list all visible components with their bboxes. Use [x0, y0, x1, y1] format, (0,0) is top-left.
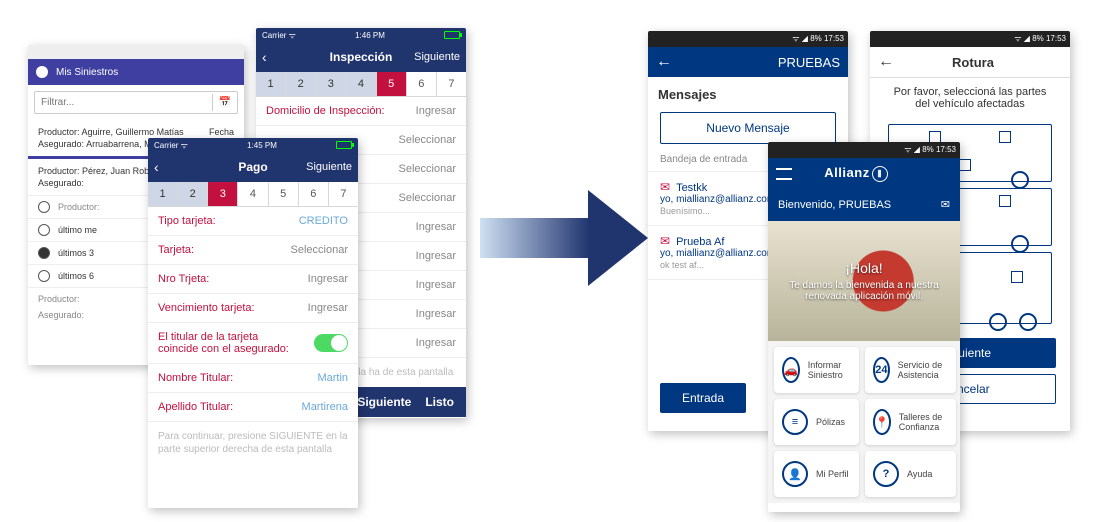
- row-venc[interactable]: Vencimiento tarjeta:Ingresar: [148, 294, 358, 323]
- menu-tiles: 🚗Informar Siniestro 24Servicio de Asiste…: [768, 341, 960, 503]
- col-fecha: Fecha: [209, 127, 234, 137]
- welcome-bar: Bienvenido, PRUEBAS ✉: [768, 188, 960, 221]
- android-status-bar: ᯤ ◢ 8% 17:53: [870, 31, 1070, 47]
- step[interactable]: 3: [316, 72, 346, 96]
- filter-input[interactable]: [35, 92, 212, 113]
- step[interactable]: 7: [437, 72, 466, 96]
- brand-logo: Allianz⦀: [824, 165, 887, 182]
- back-icon[interactable]: ‹: [154, 159, 159, 175]
- app-header: Mis Siniestros: [28, 59, 244, 85]
- pin-icon: 📍: [873, 409, 891, 435]
- step[interactable]: 2: [178, 182, 208, 206]
- entrada-button[interactable]: Entrada: [660, 383, 746, 413]
- hero-banner: ¡Hola! Te damos la bienvenida a nuestra …: [768, 221, 960, 341]
- tile-informar-siniestro[interactable]: 🚗Informar Siniestro: [774, 347, 859, 393]
- hint-text: Para continuar, presione SIGUIENTE en la…: [148, 422, 358, 464]
- nav-title: Inspección: [330, 50, 393, 64]
- tile-polizas[interactable]: ≡Pólizas: [774, 399, 859, 445]
- ios-status-bar: Carrier ᯤ 1:45 PM: [148, 138, 358, 152]
- screen-home-menu: ᯤ ◢ 8% 17:53 Allianz⦀ Bienvenido, PRUEBA…: [768, 142, 960, 512]
- switch-toggle[interactable]: [314, 334, 348, 352]
- app-header: ← PRUEBAS: [648, 47, 848, 77]
- row-tipo[interactable]: Tipo tarjeta:CREDITO: [148, 207, 358, 236]
- avatar-dot: [36, 66, 48, 78]
- user-icon: 👤: [782, 461, 808, 487]
- nav-bar: ‹ Inspección Siguiente: [256, 42, 466, 72]
- instruction-text: Por favor, seleccioná las partes del veh…: [870, 78, 1070, 118]
- stepper: 1 2 3 4 5 6 7: [148, 182, 358, 207]
- phone-24-icon: 24: [873, 357, 890, 383]
- step[interactable]: 6: [299, 182, 329, 206]
- app-header: ← Rotura: [870, 47, 1070, 78]
- tile-talleres[interactable]: 📍Talleres de Confianza: [865, 399, 956, 445]
- android-status-bar: ᯤ ◢ 8% 17:53: [768, 142, 960, 158]
- filter-bar[interactable]: 📅: [34, 91, 238, 114]
- back-icon[interactable]: ←: [878, 53, 894, 71]
- android-status-bar: ᯤ ◢ 8% 17:53: [648, 31, 848, 47]
- battery-icon: [444, 31, 460, 39]
- nuevo-mensaje-button[interactable]: Nuevo Mensaje: [660, 112, 836, 144]
- nav-bar: ‹ Pago Siguiente: [148, 152, 358, 182]
- nav-next-link[interactable]: Siguiente: [306, 161, 352, 173]
- step[interactable]: 2: [286, 72, 316, 96]
- transition-arrow: [480, 190, 648, 286]
- help-icon: ?: [873, 461, 899, 487]
- kb-next[interactable]: Siguiente: [357, 395, 411, 409]
- stepper: 1 2 3 4 5 6 7: [256, 72, 466, 97]
- car-icon: 🚗: [782, 357, 800, 383]
- tile-ayuda[interactable]: ?Ayuda: [865, 451, 956, 497]
- row-coincide[interactable]: El titular de la tarjeta coincide con el…: [148, 323, 358, 364]
- back-icon[interactable]: ‹: [262, 49, 267, 65]
- envelope-icon: ✉: [660, 234, 670, 248]
- header-title: PRUEBAS: [678, 55, 840, 70]
- row-nombre[interactable]: Nombre Titular:Martin: [148, 364, 358, 393]
- page-title: Mis Siniestros: [56, 67, 118, 78]
- step[interactable]: 1: [256, 72, 286, 96]
- row-apellido[interactable]: Apellido Titular:Martirena: [148, 393, 358, 422]
- step[interactable]: 5: [269, 182, 299, 206]
- battery-icon: [336, 141, 352, 149]
- calendar-icon[interactable]: 📅: [212, 94, 237, 111]
- nav-next-link[interactable]: Siguiente: [414, 51, 460, 63]
- document-icon: ≡: [782, 409, 808, 435]
- row-tarjeta[interactable]: Tarjeta:Seleccionar: [148, 236, 358, 265]
- ios-status-bar: Carrier ᯤ 1:46 PM: [256, 28, 466, 42]
- tile-servicio-asistencia[interactable]: 24Servicio de Asistencia: [865, 347, 956, 393]
- step[interactable]: 1: [148, 182, 178, 206]
- app-header: Allianz⦀: [768, 158, 960, 188]
- section-title: Mensajes: [648, 77, 848, 112]
- screen-pago: Carrier ᯤ 1:45 PM ‹ Pago Siguiente 1 2 3…: [148, 138, 358, 508]
- tile-mi-perfil[interactable]: 👤Mi Perfil: [774, 451, 859, 497]
- step[interactable]: 4: [346, 72, 376, 96]
- back-icon[interactable]: ←: [656, 53, 672, 71]
- step-active[interactable]: 3: [208, 182, 238, 206]
- envelope-icon[interactable]: ✉: [941, 198, 950, 211]
- header-title: Rotura: [900, 55, 1046, 70]
- form-row[interactable]: Domicilio de Inspección:Ingresar: [256, 97, 466, 126]
- nav-title: Pago: [238, 160, 267, 174]
- step[interactable]: 4: [238, 182, 268, 206]
- envelope-icon: ✉: [660, 180, 670, 194]
- kb-done[interactable]: Listo: [425, 395, 454, 409]
- row-nro[interactable]: Nro Trjeta:Ingresar: [148, 265, 358, 294]
- hero-title: ¡Hola!: [788, 260, 940, 276]
- step-active[interactable]: 5: [377, 72, 407, 96]
- hero-subtitle: Te damos la bienvenida a nuestra renovad…: [788, 280, 940, 302]
- step[interactable]: 7: [329, 182, 358, 206]
- step[interactable]: 6: [407, 72, 437, 96]
- ios-status-bar: [28, 45, 244, 59]
